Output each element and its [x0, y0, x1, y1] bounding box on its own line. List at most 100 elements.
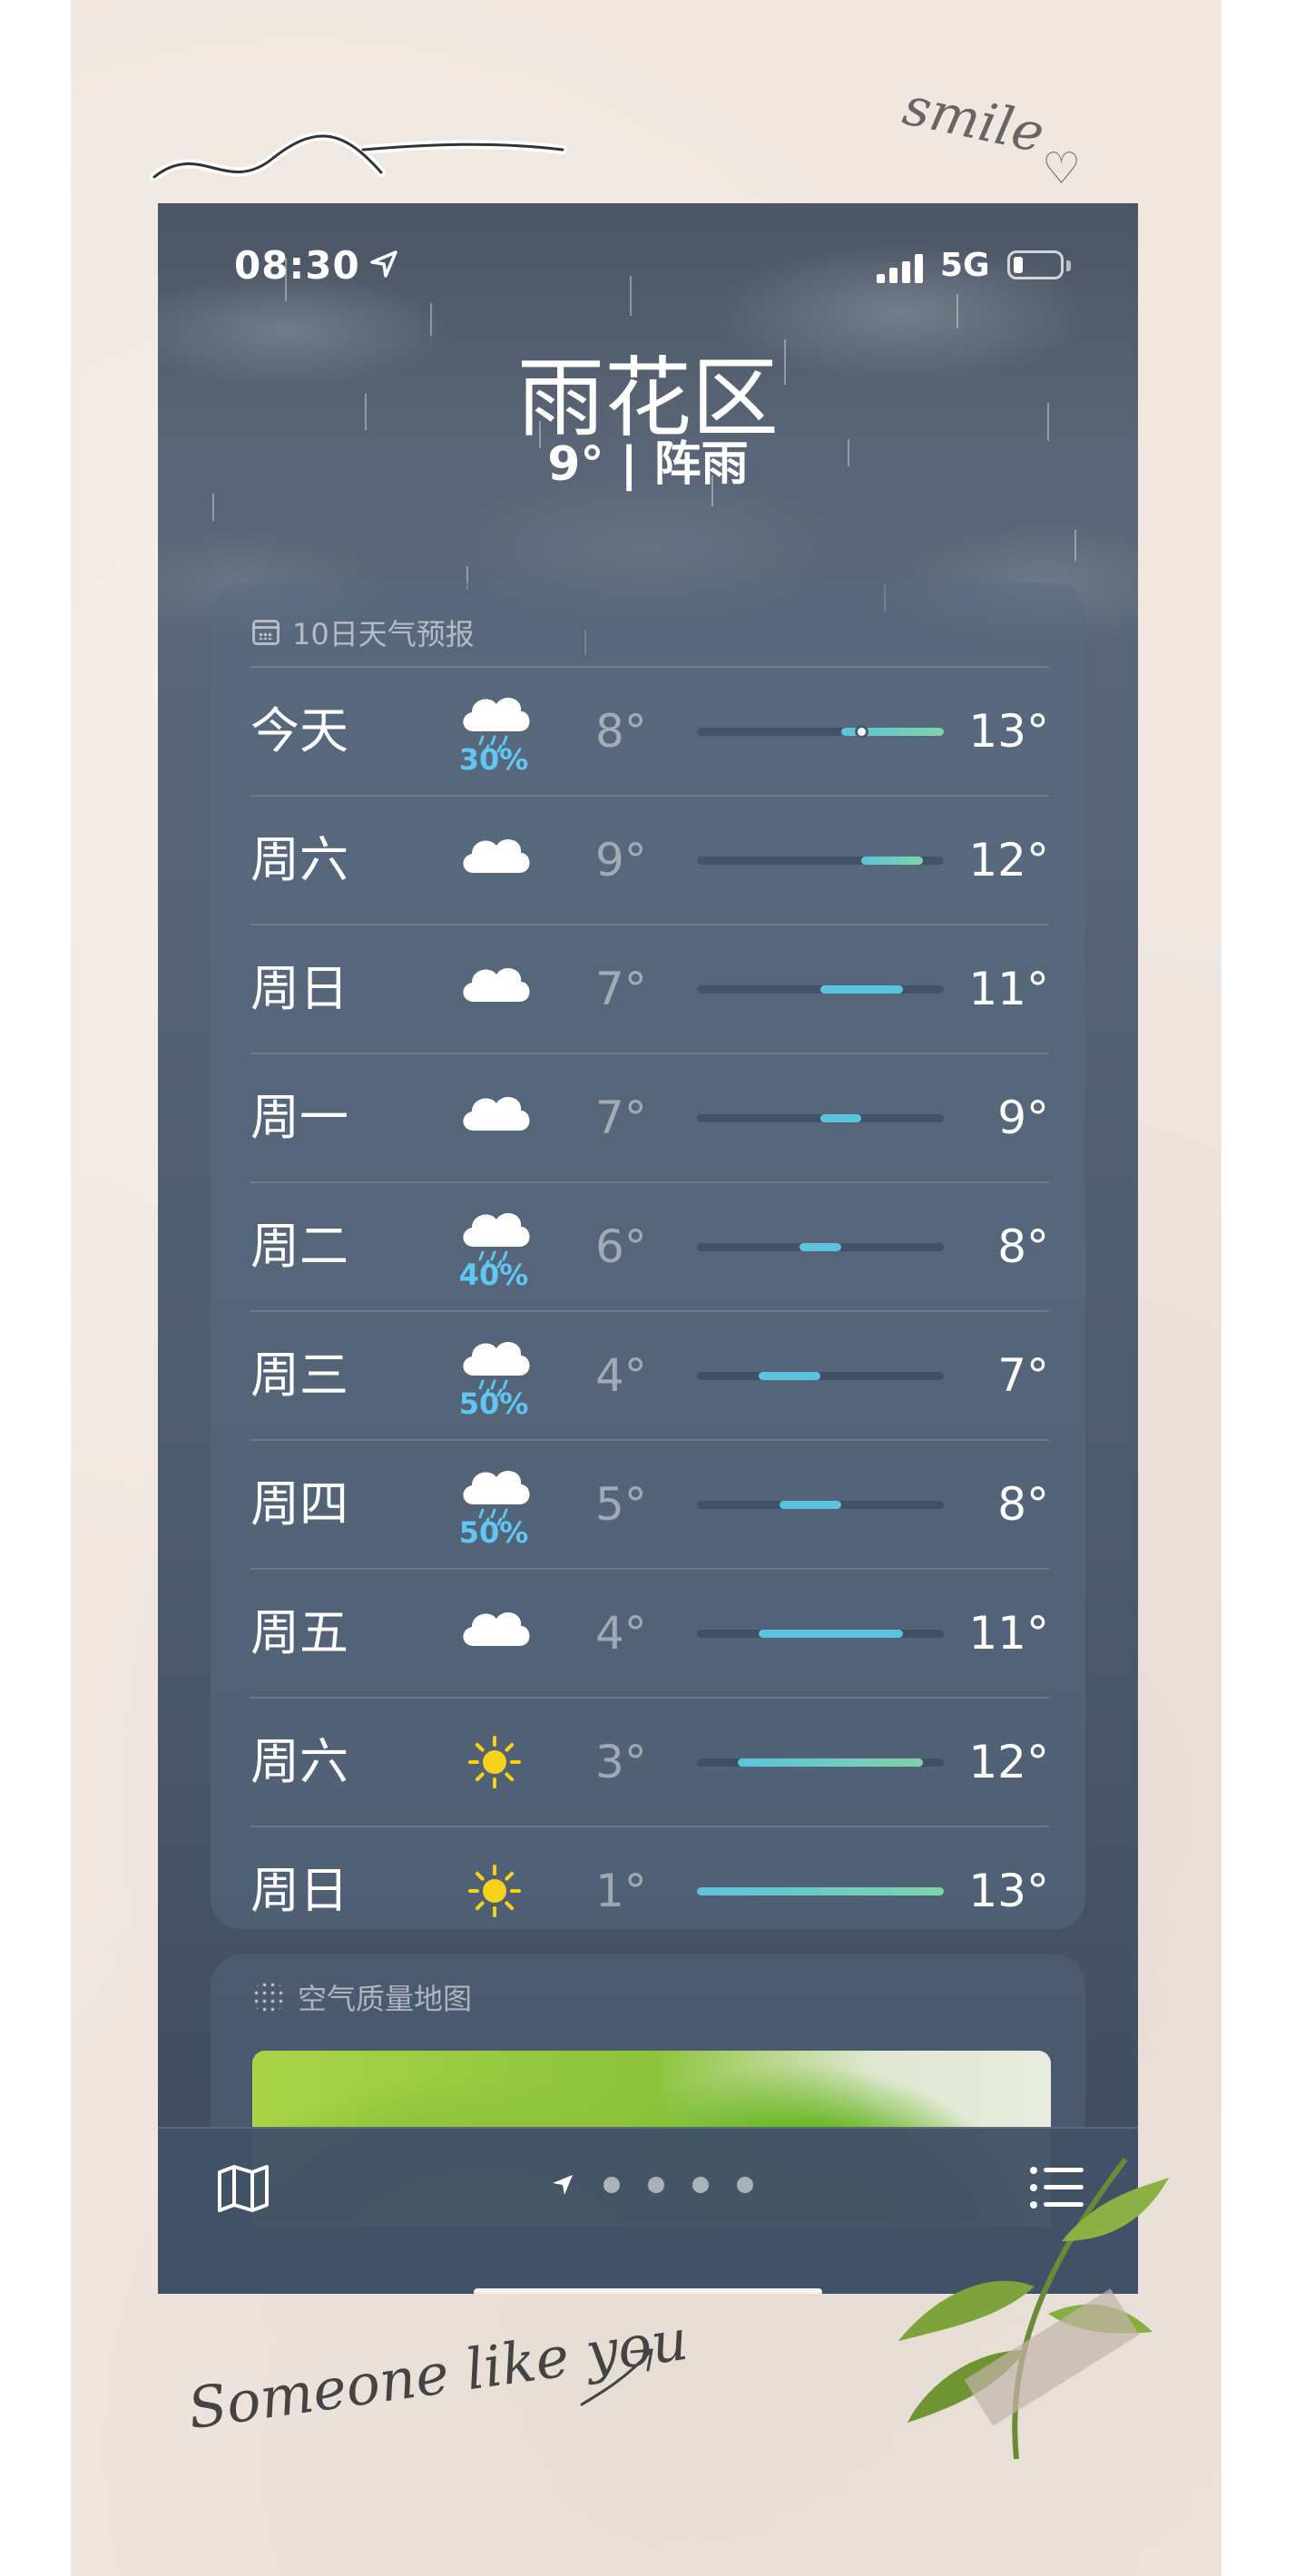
- high-temp: 13°: [968, 705, 1049, 758]
- city-name: 雨花区: [517, 348, 779, 449]
- plant-decoration: [898, 2158, 1169, 2460]
- temp-range-bar: [779, 1501, 841, 1509]
- forecast-day: 周四: [250, 1475, 348, 1533]
- precip-chance: 50%: [458, 1386, 529, 1421]
- forecast-row[interactable]: 周四 50% 5° 8°: [250, 1439, 1049, 1568]
- low-temp: 4°: [595, 1349, 647, 1402]
- forecast-row[interactable]: 周一 7° 9°: [250, 1053, 1049, 1181]
- temp-range-track: [697, 857, 944, 865]
- temp-range-bar: [820, 1114, 862, 1122]
- forecast-list: 今天 30% 8° 13° 周六 9° 12° 周日 7° 11° 周一 7° 9° 周二 40% 6° 8° 周…: [250, 666, 1049, 1954]
- network-type: 5G: [940, 247, 990, 284]
- temp-range-track: [697, 1630, 944, 1638]
- status-time: 08:30: [234, 243, 360, 288]
- temp-range-track: [697, 1887, 944, 1895]
- air-quality-header: 空气质量地图: [252, 1974, 472, 2020]
- scribble-decoration: [150, 132, 567, 181]
- calendar-icon: [252, 620, 280, 645]
- precip-chance: 30%: [458, 742, 529, 777]
- forecast-row[interactable]: 周六 9° 12°: [250, 795, 1049, 924]
- temp-range-bar: [697, 1887, 944, 1895]
- status-bar: 08:30 5G: [158, 203, 1138, 330]
- low-temp: 5°: [595, 1478, 647, 1531]
- cloud-icon: [456, 1570, 534, 1697]
- low-temp: 8°: [595, 705, 647, 758]
- temp-range-bar: [800, 1243, 841, 1251]
- low-temp: 4°: [595, 1607, 647, 1660]
- sun-icon: [456, 1827, 534, 1954]
- precip-chance: 50%: [458, 1515, 529, 1550]
- temp-range-track: [697, 1114, 944, 1122]
- current-summary: 9° | 阵雨: [547, 437, 749, 492]
- ten-day-forecast-card[interactable]: 10日天气预报 今天 30% 8° 13° 周六 9° 12° 周日 7° 11° 周一 7° 9° 周二…: [211, 583, 1085, 1929]
- air-quality-icon: [252, 1981, 285, 2013]
- temp-range-bar: [861, 857, 924, 865]
- forecast-row[interactable]: 周二 40% 6° 8°: [250, 1181, 1049, 1310]
- temp-range-track: [697, 1372, 944, 1380]
- temp-range-track: [697, 985, 944, 994]
- temp-range-bar: [759, 1630, 903, 1638]
- forecast-row[interactable]: 周三 50% 4° 7°: [250, 1310, 1049, 1439]
- forecast-row[interactable]: 周日 7° 11°: [250, 924, 1049, 1053]
- low-temp: 3°: [595, 1736, 647, 1788]
- forecast-row[interactable]: 周五 4° 11°: [250, 1568, 1049, 1697]
- forecast-day: 周五: [250, 1604, 348, 1661]
- phone-screen: 08:30 5G 雨花区 9° | 阵雨 10日天气预报 今天 30% 8° 13° 周…: [158, 203, 1138, 2294]
- forecast-day: 周日: [250, 1862, 348, 1919]
- high-temp: 13°: [968, 1865, 1049, 1917]
- cloud-icon: [456, 1054, 534, 1181]
- current-location-icon: [553, 2175, 573, 2195]
- forecast-row[interactable]: 今天 30% 8° 13°: [250, 666, 1049, 795]
- low-temp: 7°: [595, 1092, 647, 1144]
- low-temp: 1°: [595, 1865, 647, 1917]
- temp-range-track: [697, 725, 944, 739]
- temp-range-bar: [738, 1758, 924, 1767]
- high-temp: 12°: [968, 1736, 1049, 1788]
- forecast-row[interactable]: 周六 3° 12°: [250, 1697, 1049, 1826]
- high-temp: 12°: [968, 834, 1049, 886]
- precip-chance: 40%: [458, 1258, 529, 1292]
- temp-range-bar: [820, 985, 903, 994]
- forecast-card-title: 10日天气预报: [292, 617, 475, 651]
- forecast-day: 周六: [250, 1733, 348, 1790]
- page-indicator[interactable]: [550, 2172, 753, 2198]
- current-temp-dot: [855, 725, 869, 739]
- sun-icon: [456, 1699, 534, 1826]
- signal-icon: [877, 254, 926, 283]
- rain-streak: [212, 494, 214, 521]
- low-temp: 6°: [595, 1220, 647, 1273]
- heart-icon: ♡: [1042, 143, 1082, 194]
- forecast-card-header: 10日天气预报: [252, 610, 475, 655]
- page-dot[interactable]: [648, 2177, 664, 2193]
- cloud-icon: [456, 926, 534, 1053]
- forecast-day: 周日: [250, 960, 348, 1017]
- forecast-day: 周一: [250, 1089, 348, 1146]
- page-dot[interactable]: [603, 2177, 620, 2193]
- page-dot[interactable]: [737, 2177, 753, 2193]
- cloud-icon: [456, 797, 534, 924]
- map-icon[interactable]: [214, 2160, 272, 2218]
- temp-range-track: [697, 1501, 944, 1509]
- low-temp: 7°: [595, 963, 647, 1015]
- location-arrow-icon: [370, 250, 397, 278]
- forecast-row[interactable]: 周日 1° 13°: [250, 1826, 1049, 1954]
- page-dot[interactable]: [692, 2177, 709, 2193]
- air-quality-title: 空气质量地图: [298, 1982, 473, 2016]
- low-temp: 9°: [595, 834, 647, 886]
- high-temp: 11°: [968, 1607, 1049, 1660]
- high-temp: 9°: [997, 1092, 1049, 1144]
- temp-range-track: [697, 1758, 944, 1767]
- home-indicator: [474, 2288, 822, 2294]
- temp-range-bar: [759, 1372, 820, 1380]
- high-temp: 8°: [997, 1478, 1049, 1531]
- battery-icon: [1007, 250, 1064, 279]
- high-temp: 8°: [997, 1220, 1049, 1273]
- temp-range-track: [697, 1243, 944, 1251]
- forecast-day: 周二: [250, 1218, 348, 1275]
- high-temp: 7°: [997, 1349, 1049, 1402]
- forecast-day: 今天: [250, 702, 348, 759]
- forecast-day: 周三: [250, 1347, 348, 1404]
- rain-streak: [1074, 530, 1076, 561]
- high-temp: 11°: [968, 963, 1049, 1015]
- arrow-icon: [580, 2348, 653, 2406]
